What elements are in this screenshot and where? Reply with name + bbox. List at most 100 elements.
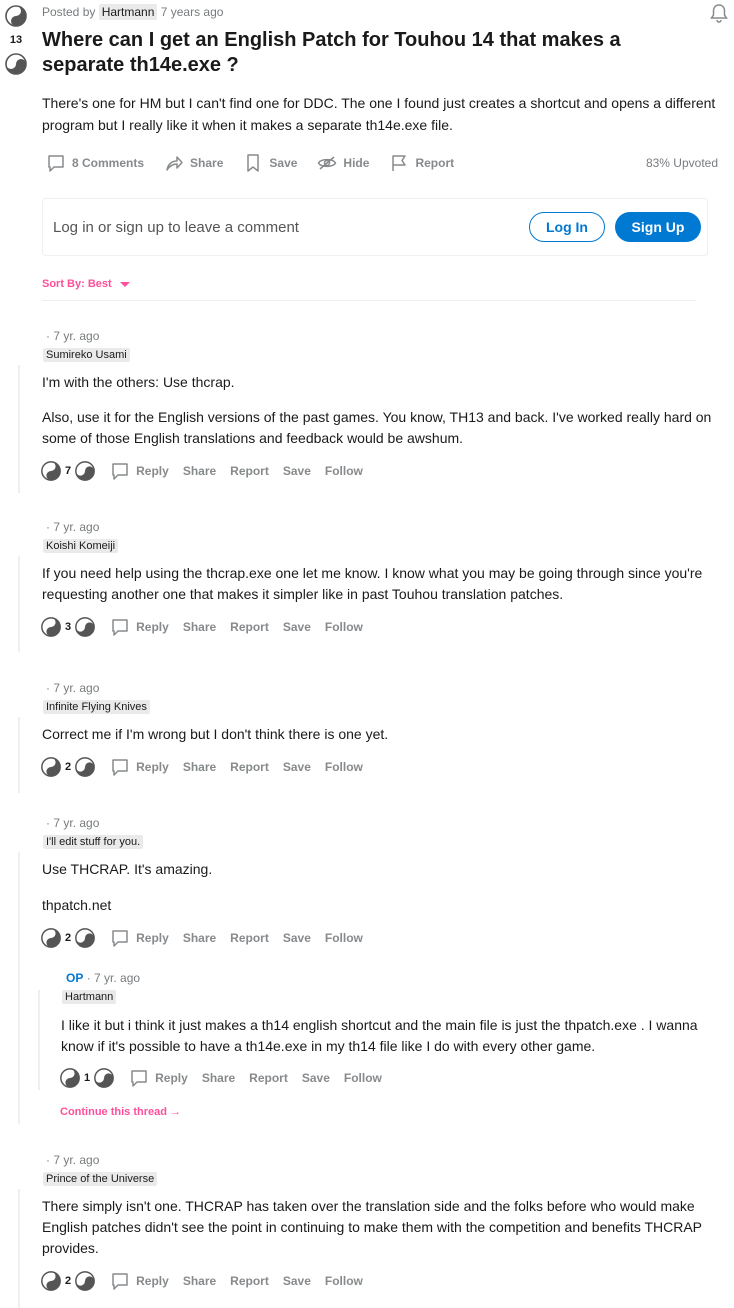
comment-score: 2	[65, 932, 72, 944]
comment-actions: 2 Reply Share Report Save Follow	[40, 1270, 377, 1292]
posted-by-label: Posted by	[42, 5, 96, 19]
share-icon	[166, 156, 183, 171]
post-author-link[interactable]: Hartmann	[98, 4, 158, 20]
report-button[interactable]: Report	[230, 464, 269, 478]
follow-button[interactable]: Follow	[325, 760, 363, 774]
downvote-icon[interactable]	[74, 756, 96, 778]
comment-author[interactable]: Infinite Flying Knives	[43, 700, 150, 714]
save-button[interactable]: Save	[283, 760, 311, 774]
upvote-icon[interactable]	[40, 1270, 62, 1292]
share-button[interactable]: Share	[183, 620, 216, 634]
continue-thread-link[interactable]: Continue this thread →	[60, 1106, 181, 1118]
reply-button[interactable]: Reply	[110, 928, 169, 948]
follow-button[interactable]: Follow	[325, 1274, 363, 1288]
follow-button[interactable]: Follow	[325, 620, 363, 634]
comment-vote: 2	[40, 756, 96, 778]
comments-button[interactable]: 8 Comments	[46, 153, 144, 173]
post-age: 7 years ago	[160, 5, 224, 19]
signup-button[interactable]: Sign Up	[615, 212, 701, 242]
nested-thread-line[interactable]	[38, 990, 40, 1090]
post-title: Where can I get an English Patch for Tou…	[42, 29, 621, 76]
hide-icon	[318, 156, 337, 170]
post-meta: Posted by Hartmann 7 years ago	[42, 4, 224, 20]
report-button[interactable]: Report	[249, 1071, 288, 1085]
follow-button[interactable]: Follow	[325, 464, 363, 478]
report-button[interactable]: Report	[230, 1274, 269, 1288]
comment-time: · 7 yr. ago	[46, 520, 100, 534]
follow-button[interactable]: Follow	[325, 931, 363, 945]
comment-author[interactable]: Hartmann	[62, 990, 117, 1004]
report-button[interactable]: Report	[230, 620, 269, 634]
downvote-icon[interactable]	[74, 927, 96, 949]
flag-icon	[392, 155, 407, 171]
share-button[interactable]: Share	[183, 760, 216, 774]
comment-vote: 2	[40, 927, 96, 949]
bell-icon[interactable]	[708, 2, 730, 29]
upvote-icon[interactable]	[40, 927, 62, 949]
report-button[interactable]: Report	[230, 931, 269, 945]
reply-label: Reply	[136, 1274, 169, 1288]
upvote-icon[interactable]	[40, 460, 62, 482]
hide-button[interactable]: Hide	[317, 153, 369, 173]
share-button[interactable]: Share	[183, 1274, 216, 1288]
share-button[interactable]: Share	[183, 931, 216, 945]
thread-line[interactable]	[18, 556, 20, 652]
report-button[interactable]: Report	[230, 760, 269, 774]
save-button[interactable]: Save	[283, 620, 311, 634]
thread-line[interactable]	[18, 717, 20, 793]
reply-button[interactable]: Reply	[110, 1271, 169, 1291]
upvote-icon[interactable]	[4, 4, 28, 28]
downvote-icon[interactable]	[93, 1067, 115, 1089]
post-score: 13	[9, 34, 23, 46]
reply-button[interactable]: Reply	[110, 757, 169, 777]
share-button[interactable]: Share	[164, 153, 223, 173]
comment-score: 3	[65, 621, 72, 633]
reply-button[interactable]: Reply	[129, 1068, 188, 1088]
comment-text: There simply isn't one. THCRAP has taken…	[42, 1198, 702, 1256]
comment-author[interactable]: I'll edit stuff for you.	[43, 835, 144, 849]
upvote-icon[interactable]	[40, 756, 62, 778]
upvoted-ratio: 83% Upvoted	[645, 156, 718, 170]
reply-label: Reply	[136, 931, 169, 945]
share-button[interactable]: Share	[183, 464, 216, 478]
save-button[interactable]: Save	[283, 1274, 311, 1288]
comment-text: I like it but i think it just makes a th…	[61, 1017, 698, 1054]
comment-actions: 1 Reply Share Report Save Follow	[59, 1067, 396, 1089]
share-button[interactable]: Share	[202, 1071, 235, 1085]
reply-label: Reply	[136, 620, 169, 634]
comment-score: 1	[84, 1072, 91, 1084]
report-label: Report	[415, 156, 455, 170]
login-button[interactable]: Log In	[529, 212, 605, 242]
comment-author[interactable]: Prince of the Universe	[43, 1172, 158, 1186]
comments-count-label: 8 Comments	[72, 156, 145, 170]
follow-button[interactable]: Follow	[344, 1071, 382, 1085]
comment-actions: 7 Reply Share Report Save Follow	[40, 460, 377, 482]
comment-text: thpatch.net	[42, 897, 112, 913]
downvote-icon[interactable]	[74, 460, 96, 482]
comment-text: Also, use it for the English versions of…	[42, 409, 712, 446]
thread-line[interactable]	[18, 1189, 20, 1308]
sort-dropdown[interactable]: Sort By: Best	[42, 278, 130, 290]
downvote-icon[interactable]	[74, 1270, 96, 1292]
thread-line[interactable]	[18, 852, 20, 1124]
reply-button[interactable]: Reply	[110, 617, 169, 637]
upvote-icon[interactable]	[59, 1067, 81, 1089]
comment-text: Correct me if I'm wrong but I don't thin…	[42, 726, 389, 742]
comment-author[interactable]: Sumireko Usami	[43, 348, 130, 362]
comment-time: · 7 yr. ago	[46, 1153, 100, 1167]
comment-score: 7	[65, 465, 72, 477]
downvote-icon[interactable]	[4, 52, 28, 76]
comment-author[interactable]: Koishi Komeiji	[43, 539, 119, 553]
save-button[interactable]: Save	[302, 1071, 330, 1085]
report-button[interactable]: Report	[389, 153, 454, 173]
save-button[interactable]: Save	[283, 464, 311, 478]
comment-score: 2	[65, 761, 72, 773]
thread-line[interactable]	[18, 365, 20, 493]
save-button[interactable]: Save	[243, 153, 297, 173]
upvote-icon[interactable]	[40, 616, 62, 638]
reply-button[interactable]: Reply	[110, 461, 169, 481]
save-button[interactable]: Save	[283, 931, 311, 945]
divider	[42, 300, 696, 301]
comment-actions: 2 Reply Share Report Save Follow	[40, 756, 377, 778]
downvote-icon[interactable]	[74, 616, 96, 638]
